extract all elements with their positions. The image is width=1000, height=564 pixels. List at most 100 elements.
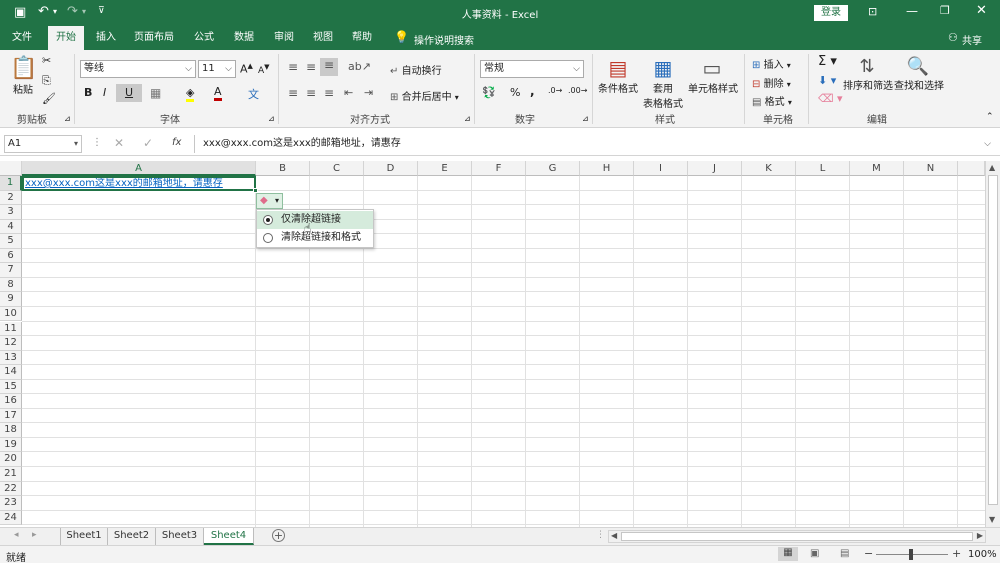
tab-file[interactable]: 文件 [4,26,40,50]
worksheet-grid[interactable]: A B C D E F G H I J K L M N 1 2 3 4 5 6 7 8 9 10 1… [0,161,985,527]
sort-filter-button[interactable]: ⇅ 排序和筛选 [843,56,893,92]
ribbon-display-icon[interactable]: ⊡ [868,5,877,18]
row-header[interactable]: 2 [0,190,22,206]
borders-icon[interactable]: ▦ [150,86,161,100]
clear-hyperlink-options-button[interactable]: ◆ ▾ [256,193,283,209]
column-header-b[interactable]: B [256,161,310,176]
formula-input[interactable]: xxx@xxx.com这是xxx的邮箱地址，请惠存 ⌵ [194,135,994,153]
scroll-up-icon[interactable]: ▲ [989,163,995,172]
align-bottom-icon[interactable]: ≡ [320,58,338,76]
customize-toolbar-icon[interactable]: ⊽ [98,6,105,16]
percent-icon[interactable]: % [510,86,520,99]
add-sheet-icon[interactable]: + [272,529,285,542]
normal-view-icon[interactable]: ▦ [778,547,798,561]
column-header-g[interactable]: G [526,161,580,176]
row-header[interactable]: 24 [0,510,22,526]
row-header[interactable]: 22 [0,481,22,497]
paste-button[interactable]: 📋 粘贴 [10,56,37,96]
wrap-text-button[interactable]: ↵ 自动换行 [390,62,442,77]
grow-font-icon[interactable]: A▲ [240,62,253,76]
sheet-tab-sheet2[interactable]: Sheet2 [108,528,156,545]
column-header-d[interactable]: D [364,161,418,176]
row-header[interactable]: 11 [0,321,22,336]
save-icon[interactable]: ▣ [14,5,26,20]
row-header[interactable]: 13 [0,350,22,366]
tab-review[interactable]: 审阅 [266,26,302,50]
autosum-icon[interactable]: Σ ▾ [818,54,837,69]
format-cells-button[interactable]: ▤ 格式 ▾ [752,93,792,108]
tell-me-search[interactable]: 操作说明搜索 [414,32,474,47]
restore-icon[interactable]: ❐ [940,4,950,17]
collapse-ribbon-icon[interactable]: ⌃ [986,112,994,122]
login-button[interactable]: 登录 [814,5,848,21]
clear-icon[interactable]: ⌫ ▾ [818,92,843,105]
clipboard-launcher-icon[interactable]: ⊿ [64,114,71,123]
column-header-j[interactable]: J [688,161,742,176]
tab-formulas[interactable]: 公式 [186,26,222,50]
zoom-slider-thumb[interactable] [909,549,913,560]
horizontal-scrollbar[interactable]: ◀ ▶ [608,530,986,543]
sheet-tab-sheet1[interactable]: Sheet1 [60,528,108,545]
share-button[interactable]: 共享 [962,32,982,47]
increase-decimal-icon[interactable]: .0→ [548,86,562,95]
row-header[interactable]: 19 [0,437,22,453]
column-header-n[interactable]: N [904,161,958,176]
cancel-icon[interactable]: ✕ [114,136,124,150]
row-header[interactable]: 5 [0,234,22,249]
italic-button[interactable]: I [103,86,106,99]
format-as-table-button[interactable]: ▦ 套用 表格格式 [640,56,686,110]
font-color-icon[interactable]: A [214,85,222,101]
row-header[interactable]: 21 [0,467,22,482]
row-header[interactable]: 6 [0,248,22,264]
row-header[interactable]: 7 [0,263,22,278]
row-header[interactable]: 23 [0,496,22,511]
column-header-partial[interactable] [958,161,985,176]
cut-icon[interactable]: ✂ [42,54,51,67]
h-scroll-thumb[interactable] [621,532,973,541]
column-header-h[interactable]: H [580,161,634,176]
align-top-icon[interactable]: ≡ [288,60,298,74]
column-header-f[interactable]: F [472,161,526,176]
underline-button[interactable]: U [116,84,142,102]
close-icon[interactable]: ✕ [976,3,987,18]
column-header-m[interactable]: M [850,161,904,176]
tab-page-layout[interactable]: 页面布局 [128,26,180,50]
bold-button[interactable]: B [84,86,92,99]
column-header-k[interactable]: K [742,161,796,176]
row-header[interactable]: 16 [0,394,22,409]
redo-dropdown-icon[interactable]: ▾ [82,7,86,16]
phonetic-icon[interactable]: 文 [248,86,259,102]
align-left-icon[interactable]: ≡ [288,86,298,100]
find-select-button[interactable]: 🔍 查找和选择 [894,56,944,92]
fill-icon[interactable]: ⬇ ▾ [818,74,836,87]
delete-cells-button[interactable]: ⊟ 删除 ▾ [752,75,791,90]
row-header[interactable]: 4 [0,219,22,235]
currency-icon[interactable]: 💱 [482,86,496,99]
row-header[interactable]: 17 [0,408,22,424]
copy-icon[interactable]: ⎘ [42,74,51,88]
zoom-level[interactable]: 100% [968,549,997,560]
column-header-e[interactable]: E [418,161,472,176]
cell-a1[interactable]: xxx@xxx.com这是xxx的邮箱地址，请惠存 [22,176,256,191]
row-header[interactable]: 12 [0,336,22,351]
font-name-select[interactable]: 等线 ⌵ [80,60,196,78]
undo-dropdown-icon[interactable]: ▾ [53,7,57,16]
scroll-left-icon[interactable]: ◀ [611,531,617,540]
row-header[interactable]: 3 [0,205,22,220]
expand-formula-icon[interactable]: ⌵ [984,135,991,153]
sheet-tab-sheet4[interactable]: Sheet4 [204,528,254,545]
scroll-right-icon[interactable]: ▶ [977,531,983,540]
clear-hyperlinks-and-formats-option[interactable]: 清除超链接和格式 [257,229,373,247]
column-header-c[interactable]: C [310,161,364,176]
name-box[interactable]: A1 ▾ [4,135,82,153]
page-layout-view-icon[interactable]: ▣ [810,548,819,559]
orientation-icon[interactable]: ab↗ [348,60,371,73]
row-header[interactable]: 20 [0,452,22,467]
number-launcher-icon[interactable]: ⊿ [582,114,589,123]
insert-cells-button[interactable]: ⊞ 插入 ▾ [752,56,791,71]
cell-styles-button[interactable]: ▭ 单元格样式 [688,56,738,95]
tab-home[interactable]: 开始 [48,26,84,50]
clear-hyperlinks-only-option[interactable]: 仅清除超链接 [257,211,373,229]
tab-insert[interactable]: 插入 [88,26,124,50]
scroll-thumb[interactable] [988,175,998,505]
